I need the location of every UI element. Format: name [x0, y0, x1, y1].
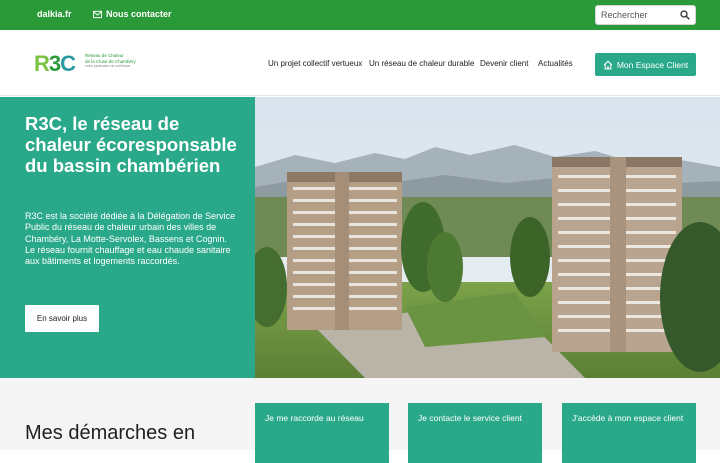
- home-icon: [603, 60, 613, 70]
- card-espace-client[interactable]: J'accède à mon espace client: [562, 403, 696, 463]
- logo-tagline: Réseau de Chaleur de la Cluse de Chambér…: [85, 53, 155, 70]
- main-header: R3C Réseau de Chaleur de la Cluse de Cha…: [0, 30, 720, 96]
- demarches-section: Mes démarches en Je me raccorde au résea…: [0, 378, 720, 463]
- nav-actualites[interactable]: Actualités: [538, 59, 573, 68]
- logo-letter-r: R: [34, 51, 50, 76]
- hero-paragraph-2: Le réseau fournit chauffage et eau chaud…: [25, 244, 231, 267]
- hero-paragraph-1: R3C est la société dédiée à la Délégatio…: [25, 211, 236, 244]
- hero-panel: R3C, le réseau de chaleur écoresponsable…: [0, 97, 255, 378]
- contact-link[interactable]: Nous contacter: [93, 9, 172, 19]
- learn-more-button[interactable]: En savoir plus: [25, 305, 99, 332]
- card-raccordement[interactable]: Je me raccorde au réseau: [255, 403, 389, 463]
- client-space-button[interactable]: Mon Espace Client: [595, 53, 696, 76]
- search-icon[interactable]: [680, 10, 690, 20]
- logo-letter-3: 3: [48, 51, 61, 76]
- top-bar: dalkia.fr Nous contacter: [0, 0, 720, 30]
- nav-reseau-durable[interactable]: Un réseau de chaleur durable: [369, 59, 474, 68]
- nav-devenir-client[interactable]: Devenir client: [480, 59, 528, 68]
- contact-link-label: Nous contacter: [106, 9, 172, 19]
- logo-mark: R3C: [34, 50, 76, 78]
- nav-projet-collectif[interactable]: Un projet collectif vertueux: [268, 59, 362, 68]
- search-box: [595, 5, 696, 25]
- client-space-label: Mon Espace Client: [616, 59, 689, 70]
- hero-title: R3C, le réseau de chaleur écoresponsable…: [25, 113, 237, 176]
- r3c-logo[interactable]: R3C Réseau de Chaleur de la Cluse de Cha…: [34, 50, 154, 78]
- logo-line-3: votre partenaire de confiance: [85, 64, 131, 68]
- envelope-icon: [93, 10, 102, 18]
- hero-photo: [255, 97, 720, 378]
- hero-description: R3C est la société dédiée à la Délégatio…: [25, 211, 240, 267]
- card-service-client[interactable]: Je contacte le service client: [408, 403, 542, 463]
- search-input[interactable]: [596, 10, 676, 20]
- demarches-title: Mes démarches en: [25, 422, 196, 444]
- dalkia-link[interactable]: dalkia.fr: [37, 9, 72, 19]
- logo-letter-c: C: [60, 51, 76, 76]
